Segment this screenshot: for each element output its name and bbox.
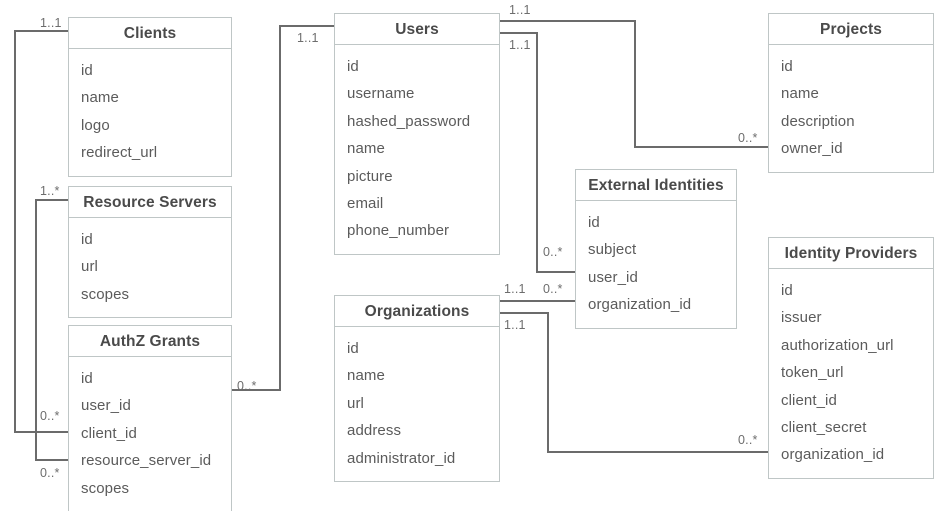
multiplicity-label: 1..1 (504, 282, 526, 296)
entity-field: phone_number (347, 222, 450, 240)
entity-field: scopes (81, 285, 130, 303)
entity-title-authz_grants: AuthZ Grants (69, 326, 231, 357)
relationship-connector (500, 312, 768, 453)
entity-field: address (347, 422, 402, 440)
entity-field: id (347, 340, 359, 357)
entity-field: id (781, 282, 793, 299)
multiplicity-label: 1..1 (504, 318, 526, 332)
entity-table-organizations[interactable]: Organizations id name url address administrat… (334, 295, 500, 482)
entity-field: client_id (781, 391, 837, 409)
entity-field: url (347, 394, 364, 412)
entity-field: id (347, 58, 359, 75)
relationship-connector (500, 20, 768, 148)
entity-field: id (81, 231, 93, 248)
entity-field: id (81, 62, 93, 79)
entity-field: picture (347, 167, 393, 185)
entity-title-external_identities: External Identities (576, 170, 736, 201)
multiplicity-label: 0..* (543, 245, 563, 259)
entity-title-projects: Projects (769, 14, 933, 45)
entity-title-clients: Clients (69, 18, 231, 49)
multiplicity-label: 1..1 (509, 38, 531, 52)
multiplicity-label: 0..* (40, 466, 60, 480)
entity-field-list-external_identities: id subject user_id organization_id (576, 201, 736, 328)
entity-title-resource_servers: Resource Servers (69, 187, 231, 218)
relationship-connector (232, 25, 334, 391)
relationship-connector (500, 32, 575, 273)
entity-field: username (347, 85, 415, 103)
multiplicity-label: 0..* (237, 379, 257, 393)
entity-field: id (588, 214, 600, 231)
multiplicity-label: 1..1 (297, 31, 319, 45)
entity-table-users[interactable]: Users id username hashed_passwordname pictur… (334, 13, 500, 255)
entity-field: logo (81, 116, 110, 134)
entity-field: id (781, 58, 793, 75)
entity-field: email (347, 194, 384, 212)
entity-field-list-identity_providers: id issuer authorization_url token_urlclient… (769, 269, 933, 478)
entity-field: name (347, 140, 385, 158)
entity-field: name (81, 89, 119, 107)
entity-field-list-projects: id name description owner_id (769, 45, 933, 172)
entity-field: client_id (81, 424, 137, 442)
entity-table-projects[interactable]: Projects id name description owner_id (768, 13, 934, 173)
entity-field: name (781, 85, 819, 103)
entity-field: subject (588, 241, 637, 259)
entity-title-identity_providers: Identity Providers (769, 238, 933, 269)
entity-field-list-users: id username hashed_passwordname picture emai… (335, 45, 499, 254)
entity-field: redirect_url (81, 144, 158, 162)
entity-table-authz_grants[interactable]: AuthZ Grants id user_id client_id resource_s… (68, 325, 232, 511)
entity-field: issuer (781, 309, 822, 327)
entity-field: administrator_id (347, 449, 456, 467)
entity-field: user_id (81, 397, 131, 415)
entity-field: url (81, 258, 98, 276)
multiplicity-label: 0..* (543, 282, 563, 296)
relationship-connector (14, 30, 68, 433)
multiplicity-label: 0..* (738, 131, 758, 145)
entity-field: authorization_url (781, 336, 894, 354)
entity-field: scopes (81, 479, 130, 497)
entity-field: organization_id (588, 296, 692, 314)
multiplicity-label: 1..1 (509, 3, 531, 17)
entity-title-organizations: Organizations (335, 296, 499, 327)
entity-field-list-authz_grants: id user_id client_id resource_server_idscop… (69, 357, 231, 511)
entity-title-users: Users (335, 14, 499, 45)
entity-field-list-resource_servers: id url scopes (69, 218, 231, 317)
entity-table-resource_servers[interactable]: Resource Servers id url scopes (68, 186, 232, 319)
entity-field: name (347, 367, 385, 385)
entity-field: id (81, 370, 93, 387)
entity-field: hashed_password (347, 112, 471, 130)
entity-field-list-clients: id name logo redirect_url (69, 49, 231, 176)
entity-table-identity_providers[interactable]: Identity Providers id issuer authorization_… (768, 237, 934, 479)
entity-field: owner_id (781, 140, 843, 158)
entity-field-list-organizations: id name url address administrator_id (335, 327, 499, 481)
entity-field: description (781, 112, 855, 130)
multiplicity-label: 0..* (40, 409, 60, 423)
entity-field: token_url (781, 364, 844, 382)
multiplicity-label: 1..* (40, 184, 60, 198)
entity-field: client_secret (781, 418, 867, 436)
entity-field: organization_id (781, 446, 885, 464)
entity-field: resource_server_id (81, 452, 212, 470)
entity-table-external_identities[interactable]: External Identities id subject user_idorgan… (575, 169, 737, 329)
entity-table-clients[interactable]: Clients id name logo redirect_url (68, 17, 232, 177)
multiplicity-label: 1..1 (40, 16, 62, 30)
er-diagram-canvas: Clients id name logo redirect_url Users id user… (0, 0, 944, 511)
entity-field: user_id (588, 268, 638, 286)
multiplicity-label: 0..* (738, 433, 758, 447)
